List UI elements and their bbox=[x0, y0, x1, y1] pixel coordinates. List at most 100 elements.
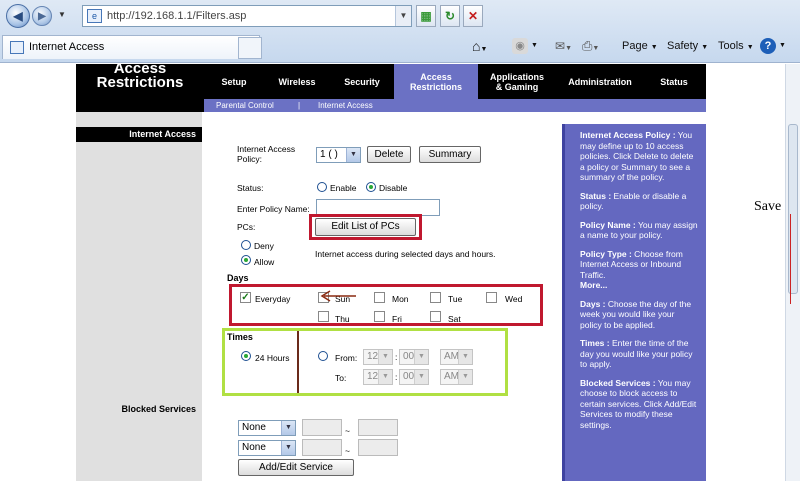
add-edit-service-button[interactable]: Add/Edit Service bbox=[238, 459, 354, 476]
to-hour-select[interactable]: 12 ▼ bbox=[363, 369, 393, 385]
policy-select-value: 1 ( ) bbox=[320, 149, 338, 160]
page-menu-label: Page bbox=[622, 40, 648, 52]
service-select-1-value: None bbox=[242, 422, 266, 433]
address-path: Filters.asp bbox=[195, 10, 247, 22]
policy-label: Internet Access Policy: bbox=[237, 144, 296, 164]
service-port-start-1[interactable] bbox=[302, 419, 342, 436]
page-menu[interactable]: Page ▼ bbox=[622, 38, 658, 56]
fri-checkbox[interactable] bbox=[374, 311, 385, 322]
service-port-end-2[interactable] bbox=[358, 439, 398, 456]
help-paragraph: Status : Enable or disable a policy. bbox=[580, 191, 698, 212]
page-scrollbar[interactable] bbox=[785, 64, 800, 481]
subtab-parental-control[interactable]: Parental Control bbox=[216, 99, 274, 112]
help-paragraph: Times : Enter the time of the day you wo… bbox=[580, 338, 698, 370]
from-minute-select[interactable]: 00 ▼ bbox=[399, 349, 429, 365]
home-icon[interactable]: ⌂▼ bbox=[472, 38, 487, 58]
compatibility-icon[interactable]: ▦ bbox=[416, 5, 436, 27]
from-radio[interactable] bbox=[318, 351, 328, 361]
to-minute-select[interactable]: 00 ▼ bbox=[399, 369, 429, 385]
feeds-dropdown-icon[interactable]: ▼ bbox=[531, 38, 538, 54]
refresh-icon[interactable]: ↻ bbox=[440, 5, 460, 27]
safety-menu-label: Safety bbox=[667, 40, 699, 52]
forward-button[interactable]: ▶ bbox=[32, 6, 52, 26]
enable-label: Enable bbox=[330, 183, 357, 193]
chevron-down-icon: ▼ bbox=[458, 350, 472, 364]
from-colon: : bbox=[395, 352, 398, 362]
tab-setup[interactable]: Setup bbox=[204, 64, 264, 99]
side-label-internet-access: Internet Access bbox=[76, 127, 202, 142]
history-dropdown-icon[interactable]: ▼ bbox=[58, 10, 66, 19]
chevron-down-icon: ▼ bbox=[346, 148, 360, 162]
tue-checkbox[interactable] bbox=[430, 292, 441, 303]
main-nav: Setup Wireless Security Access Restricti… bbox=[204, 64, 706, 99]
back-button[interactable]: ◀ bbox=[6, 4, 30, 28]
to-ampm-select[interactable]: AM ▼ bbox=[440, 369, 473, 385]
chevron-down-icon: ▼ bbox=[378, 370, 392, 384]
subtab-internet-access[interactable]: Internet Access bbox=[318, 99, 373, 112]
help-paragraph-text: More... bbox=[580, 280, 608, 290]
mon-checkbox[interactable] bbox=[374, 292, 385, 303]
tab-internet-access[interactable]: Internet Access bbox=[2, 35, 260, 59]
service-select-1[interactable]: None ▼ bbox=[238, 420, 296, 436]
help-icon[interactable]: ? bbox=[760, 38, 776, 54]
safety-menu[interactable]: Safety ▼ bbox=[667, 38, 708, 56]
service-port-start-2[interactable] bbox=[302, 439, 342, 456]
policy-select[interactable]: 1 ( ) ▼ bbox=[316, 147, 361, 163]
thu-checkbox[interactable] bbox=[318, 311, 329, 322]
days-label: Days bbox=[227, 273, 249, 283]
stop-icon[interactable]: ✕ bbox=[463, 5, 483, 27]
tab-wireless[interactable]: Wireless bbox=[266, 64, 328, 99]
sat-checkbox[interactable] bbox=[430, 311, 441, 322]
from-hour-select[interactable]: 12 ▼ bbox=[363, 349, 393, 365]
deny-radio[interactable] bbox=[241, 240, 251, 250]
help-paragraph: Days : Choose the day of the week you wo… bbox=[580, 299, 698, 331]
help-paragraph[interactable]: More... bbox=[580, 280, 698, 291]
tue-label: Tue bbox=[448, 294, 463, 304]
tab-access-restrictions[interactable]: Access Restrictions bbox=[394, 64, 478, 99]
everyday-label: Everyday bbox=[255, 294, 291, 304]
to-ampm-value: AM bbox=[444, 371, 459, 382]
tab-applications-gaming[interactable]: Applications & Gaming bbox=[480, 64, 554, 99]
summary-button[interactable]: Summary bbox=[419, 146, 481, 163]
disable-label: Disable bbox=[379, 183, 408, 193]
help-paragraph-title: Policy Name : bbox=[580, 219, 636, 230]
from-ampm-select[interactable]: AM ▼ bbox=[440, 349, 473, 365]
feeds-icon[interactable]: ◉ bbox=[512, 38, 528, 54]
delete-button[interactable]: Delete bbox=[367, 146, 411, 163]
service-port-end-1[interactable] bbox=[358, 419, 398, 436]
to-colon: : bbox=[395, 372, 398, 382]
wed-checkbox[interactable] bbox=[486, 292, 497, 303]
subtab-separator: | bbox=[298, 101, 301, 110]
tab-page-icon bbox=[10, 41, 24, 54]
disable-radio[interactable] bbox=[366, 182, 376, 192]
help-dropdown-icon[interactable]: ▼ bbox=[779, 38, 786, 54]
address-dropdown-icon[interactable]: ▼ bbox=[395, 6, 411, 26]
help-paragraph: Policy Type : Choose from Internet Acces… bbox=[580, 249, 698, 281]
chevron-down-icon: ▼ bbox=[458, 370, 472, 384]
blocked-services-label: Blocked Services bbox=[121, 404, 196, 414]
tab-security[interactable]: Security bbox=[330, 64, 394, 99]
help-paragraph: Blocked Services : You may choose to blo… bbox=[580, 378, 698, 431]
page-icon: e bbox=[87, 9, 102, 23]
times-divider bbox=[297, 331, 299, 393]
chevron-down-icon: ▼ bbox=[281, 421, 295, 435]
allow-radio[interactable] bbox=[241, 255, 251, 265]
enable-radio[interactable] bbox=[317, 182, 327, 192]
annotation-line bbox=[790, 214, 791, 304]
access-note: Internet access during selected days and… bbox=[315, 249, 496, 259]
tools-menu[interactable]: Tools ▼ bbox=[718, 38, 754, 56]
service-select-2[interactable]: None ▼ bbox=[238, 440, 296, 456]
everyday-checkbox[interactable]: ✓ bbox=[240, 292, 251, 303]
address-bar[interactable]: e http://192.168.1.1/Filters.asp ▼ bbox=[82, 5, 412, 27]
hours24-radio[interactable] bbox=[241, 351, 251, 361]
edit-list-of-pcs-button[interactable]: Edit List of PCs bbox=[315, 218, 416, 236]
policy-name-label: Enter Policy Name: bbox=[237, 204, 310, 214]
status-label: Status: bbox=[237, 183, 264, 193]
print-icon[interactable]: ⎙▼ bbox=[582, 38, 599, 57]
help-paragraph-title: Policy Type : bbox=[580, 248, 632, 259]
tab-administration[interactable]: Administration bbox=[556, 64, 644, 99]
new-tab-button[interactable] bbox=[238, 37, 262, 59]
from-hour-value: 12 bbox=[367, 351, 379, 362]
mail-icon[interactable]: ✉▼ bbox=[555, 38, 572, 57]
tab-status[interactable]: Status bbox=[644, 64, 704, 99]
